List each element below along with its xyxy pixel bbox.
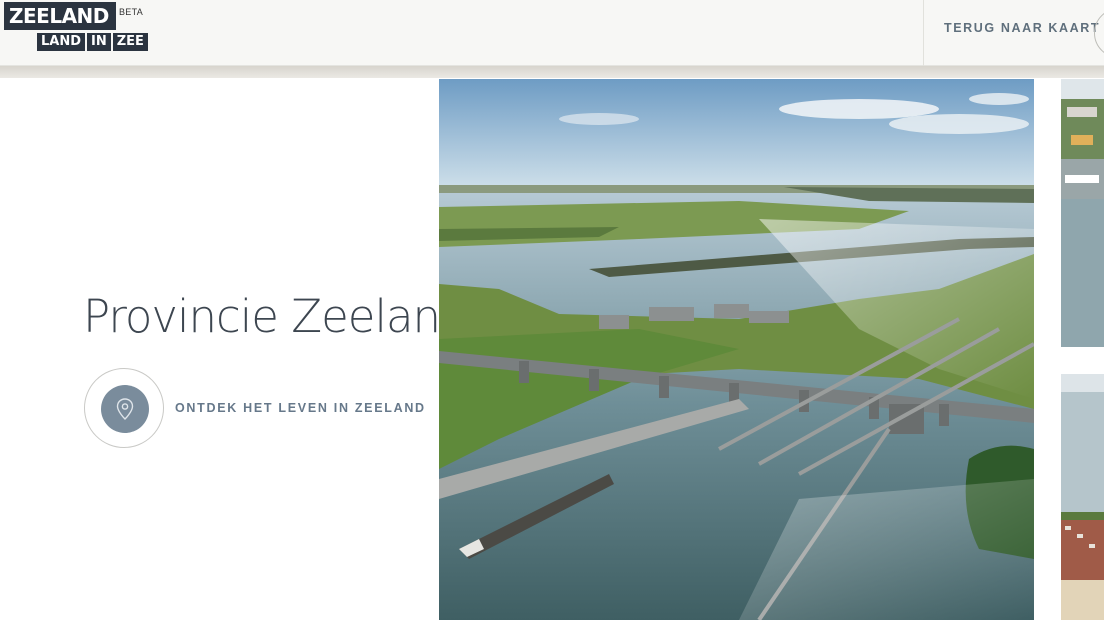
discover-label: ONTDEK HET LEVEN IN ZEELAND bbox=[175, 401, 426, 415]
discover-ring bbox=[84, 368, 164, 448]
page-title: Provincie Zeeland bbox=[83, 290, 469, 343]
logo-word-zee: ZEE bbox=[112, 33, 148, 51]
discover-button[interactable]: ONTDEK HET LEVEN IN ZEELAND bbox=[84, 368, 424, 450]
back-to-map-link[interactable]: TERUG NAAR KAART bbox=[944, 21, 1100, 35]
beta-badge: BETA bbox=[119, 7, 144, 17]
menu-ring-button[interactable] bbox=[1094, 8, 1104, 58]
header-divider bbox=[923, 0, 924, 66]
site-header: ZEELAND BETA LAND IN ZEE TERUG NAAR KAAR… bbox=[0, 0, 1104, 66]
aerial-photo-sea-locks[interactable] bbox=[439, 79, 1034, 620]
logo-subtitle: LAND IN ZEE bbox=[37, 33, 148, 51]
aerial-photo-harbour[interactable] bbox=[1061, 79, 1104, 347]
map-pin-icon bbox=[101, 385, 149, 433]
logo-word-in: IN bbox=[87, 33, 111, 51]
aerial-photo-beach-town[interactable] bbox=[1061, 374, 1104, 620]
logo-word-land: LAND bbox=[37, 33, 86, 51]
header-shadow bbox=[0, 66, 1104, 78]
logo-zeeland: ZEELAND bbox=[4, 2, 116, 30]
